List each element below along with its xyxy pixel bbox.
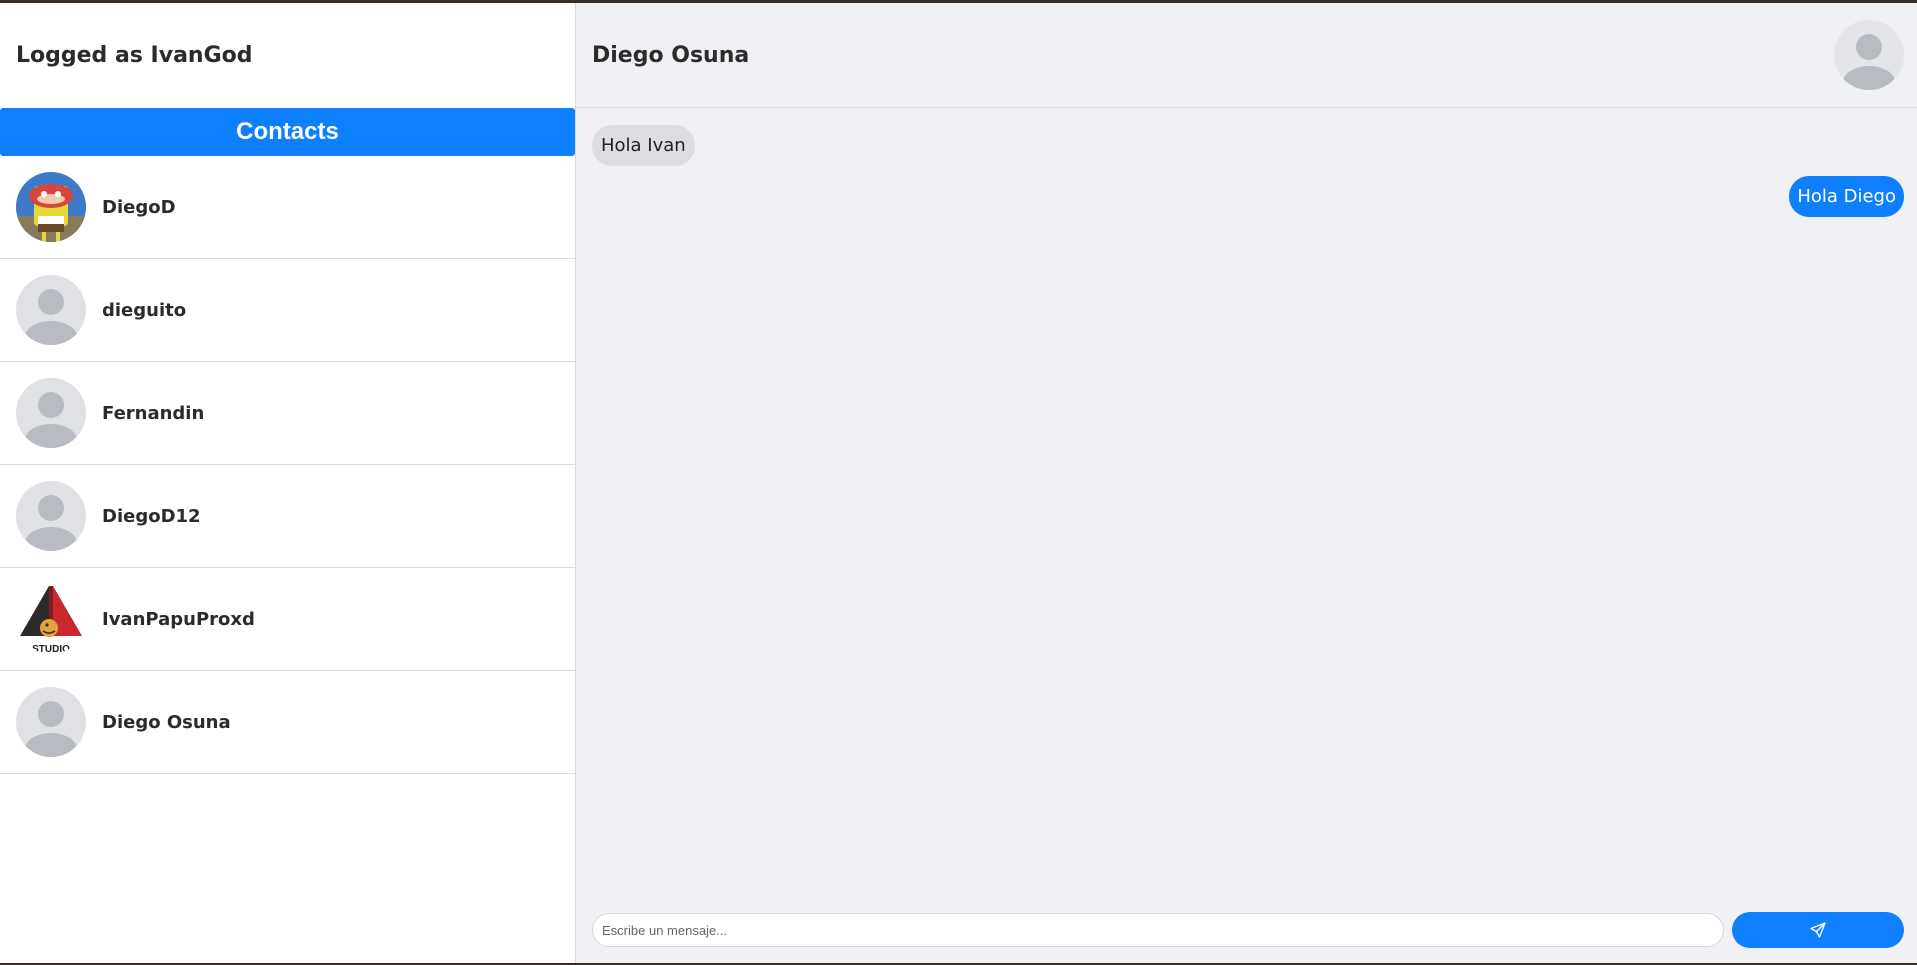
contact-name: Diego Osuna xyxy=(102,711,231,733)
paper-plane-icon xyxy=(1810,922,1826,938)
contact-name: DiegoD xyxy=(102,196,176,218)
sidebar: Logged as IvanGod Contacts DiegoD diegui… xyxy=(0,3,576,963)
chat-app: Logged as IvanGod Contacts DiegoD diegui… xyxy=(0,3,1917,963)
incoming-message: Hola Ivan xyxy=(592,125,695,166)
logged-in-user-label: Logged as IvanGod xyxy=(16,43,253,68)
message-composer xyxy=(592,912,1904,948)
outgoing-message: Hola Diego xyxy=(1789,176,1904,217)
triangle-logo-avatar: STUDIO xyxy=(16,584,86,654)
contact-item-dieguito[interactable]: dieguito xyxy=(0,259,575,362)
contacts-header: Contacts xyxy=(0,108,575,156)
default-user-avatar xyxy=(16,481,86,551)
send-button[interactable] xyxy=(1732,912,1904,948)
svg-text:STUDIO: STUDIO xyxy=(32,644,70,654)
contact-item-diegod12[interactable]: DiegoD12 xyxy=(0,465,575,568)
message-input[interactable] xyxy=(592,913,1724,947)
contact-item-ivanpapuproxd[interactable]: STUDIO IvanPapuProxd xyxy=(0,568,575,671)
chat-header: Diego Osuna xyxy=(576,3,1917,108)
contact-name: DiegoD12 xyxy=(102,505,201,527)
contact-item-fernandin[interactable]: Fernandin xyxy=(0,362,575,465)
contact-name: Fernandin xyxy=(102,402,205,424)
spongebob-avatar xyxy=(16,172,86,242)
default-user-avatar xyxy=(16,378,86,448)
contact-name: dieguito xyxy=(102,299,187,321)
chat-title: Diego Osuna xyxy=(592,42,750,68)
contact-item-diego-osuna[interactable]: Diego Osuna xyxy=(0,671,575,774)
default-user-avatar xyxy=(1834,20,1904,90)
default-user-avatar xyxy=(16,687,86,757)
contact-name: IvanPapuProxd xyxy=(102,608,255,630)
default-user-avatar xyxy=(16,275,86,345)
chat-panel: Diego Osuna Hola Ivan Hola Diego xyxy=(576,3,1917,963)
contact-item-diegod[interactable]: DiegoD xyxy=(0,156,575,259)
